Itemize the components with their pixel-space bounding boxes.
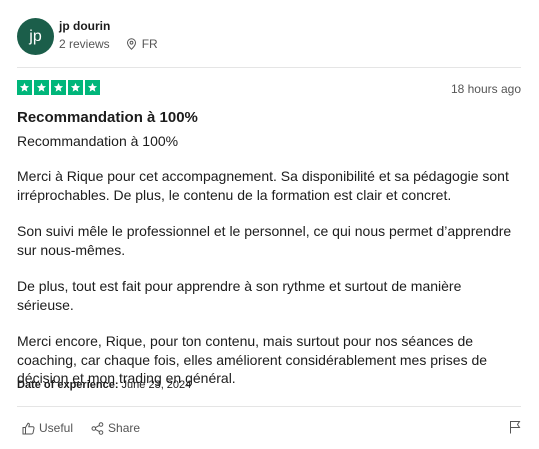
useful-button[interactable]: Useful bbox=[22, 421, 73, 435]
review-title[interactable]: Recommandation à 100% bbox=[17, 109, 198, 126]
star-icon bbox=[85, 80, 100, 95]
star-rating bbox=[17, 80, 100, 95]
report-button[interactable] bbox=[509, 420, 521, 439]
date-of-experience: Date of experience: June 23, 2024 bbox=[17, 379, 191, 391]
share-button[interactable]: Share bbox=[91, 421, 140, 435]
star-icon bbox=[17, 80, 32, 95]
star-icon bbox=[68, 80, 83, 95]
review-time: 18 hours ago bbox=[450, 82, 521, 96]
review-body: Merci à Rique pour cet accompagnement. S… bbox=[17, 167, 522, 406]
flag-icon bbox=[510, 421, 521, 434]
date-label: Date of experience: bbox=[17, 379, 119, 391]
review-subtitle: Recommandation à 100% bbox=[17, 133, 179, 149]
review-paragraph: Merci à Rique pour cet accompagnement. S… bbox=[17, 168, 509, 203]
share-icon bbox=[91, 421, 104, 435]
review-card: jp jp dourin 2 reviews FR 18 hours ago R… bbox=[0, 0, 539, 449]
reviewer-location: FR bbox=[126, 37, 158, 51]
location-pin-icon bbox=[126, 38, 136, 50]
divider bbox=[17, 67, 521, 68]
review-actions: Useful Share bbox=[22, 421, 158, 435]
date-value: June 23, 2024 bbox=[121, 379, 192, 391]
review-paragraph: De plus, tout est fait pour apprendre à … bbox=[17, 278, 462, 313]
useful-label: Useful bbox=[39, 421, 74, 435]
avatar[interactable]: jp bbox=[17, 18, 54, 55]
reviewer-name[interactable]: jp dourin bbox=[59, 19, 110, 33]
star-icon bbox=[51, 80, 66, 95]
review-paragraph: Son suivi mêle le professionnel et le pe… bbox=[17, 223, 512, 258]
review-count: 2 reviews bbox=[59, 37, 110, 51]
reviewer-meta: 2 reviews FR bbox=[59, 37, 158, 51]
thumbs-up-icon bbox=[22, 422, 35, 434]
divider bbox=[17, 406, 521, 407]
share-label: Share bbox=[108, 421, 141, 435]
star-icon bbox=[34, 80, 49, 95]
country: FR bbox=[141, 37, 158, 51]
